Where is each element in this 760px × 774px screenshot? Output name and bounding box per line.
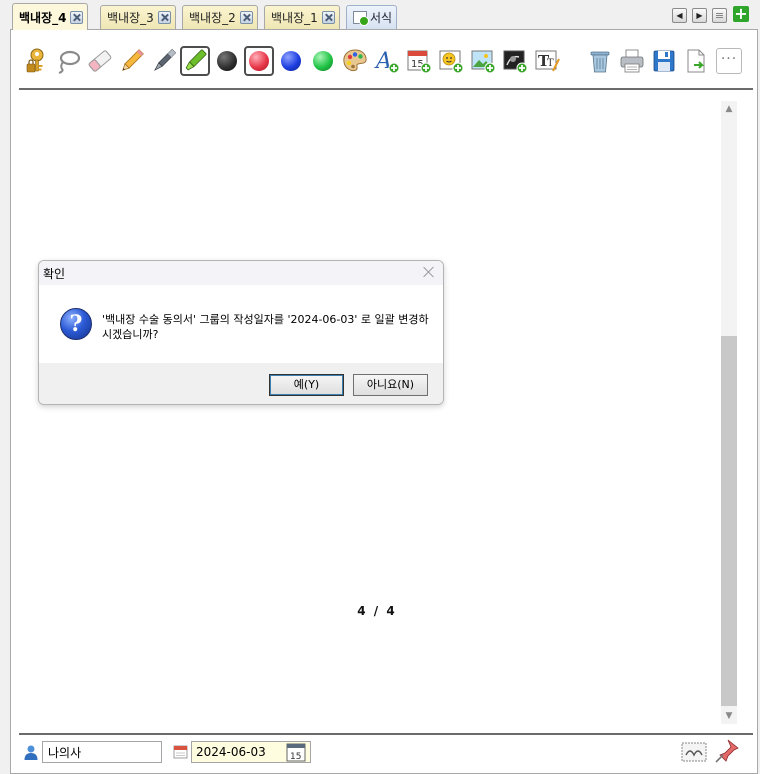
key-lock-icon (26, 48, 44, 73)
dialog-footer: 예(Y) 아니요(N) (39, 363, 443, 404)
calendar-icon (173, 745, 188, 759)
tab-scroll-right-button[interactable]: ▶ (692, 8, 707, 23)
tab-bar: 백내장_4 백내장_3 백내장_2 백내장_1 서식 ◀ ▶ ≡ + (0, 0, 760, 30)
confirm-dialog: 확인 ? '백내장 수술 동의서' 그룹의 작성일자를 '2024-06-03'… (38, 260, 444, 405)
dialog-title: 확인 (43, 267, 66, 281)
lasso-tool[interactable] (53, 46, 83, 76)
no-button[interactable]: 아니요(N) (353, 374, 428, 396)
add-text-icon: A (374, 49, 400, 74)
total-pages: 4 (386, 604, 395, 618)
tab-label: 백내장_4 (19, 10, 67, 25)
add-image-tool[interactable] (468, 46, 498, 76)
add-photo-icon (503, 50, 528, 74)
tab-close-icon[interactable] (239, 11, 253, 24)
close-icon[interactable] (422, 265, 436, 279)
dialog-titlebar: 확인 (39, 261, 443, 285)
tab-cataract-3[interactable]: 백내장_3 (100, 5, 176, 29)
text-style-icon: T T (535, 50, 560, 72)
eraser-tool[interactable] (85, 46, 115, 76)
tab-form[interactable]: 서식 (346, 5, 398, 29)
color-black-icon (217, 51, 237, 71)
tab-cataract-4[interactable]: 백내장_4 (12, 3, 89, 30)
save-tool[interactable] (649, 46, 679, 76)
highlighter-icon (185, 49, 207, 71)
svg-text:15: 15 (290, 752, 301, 762)
pencil-icon (122, 49, 144, 71)
print-tool[interactable] (617, 46, 647, 76)
color-blue-tool[interactable] (276, 46, 306, 76)
save-icon (653, 50, 675, 72)
delete-tool[interactable] (585, 46, 615, 76)
color-green-tool[interactable] (308, 46, 338, 76)
color-blue-icon (281, 51, 301, 71)
highlighter-tool[interactable] (180, 46, 210, 76)
yes-button[interactable]: 예(Y) (269, 374, 344, 396)
more-tools-button[interactable]: ··· (716, 48, 742, 74)
add-photo-tool[interactable] (500, 46, 530, 76)
new-form-icon (353, 11, 369, 26)
add-image-icon (471, 50, 496, 74)
toolbar-divider (19, 88, 753, 90)
add-emoji-icon (439, 50, 464, 74)
color-black-tool[interactable] (212, 46, 242, 76)
color-red-icon (249, 51, 269, 71)
export-tool[interactable] (681, 46, 711, 76)
pen-icon (154, 48, 177, 71)
add-text-tool[interactable]: A (372, 46, 402, 76)
text-style-tool[interactable]: T T (532, 46, 562, 76)
dialog-message: '백내장 수술 동의서' 그룹의 작성일자를 '2024-06-03' 로 일괄… (102, 313, 429, 341)
scroll-down-arrow[interactable]: ▼ (721, 708, 737, 724)
add-emoji-tool[interactable] (436, 46, 466, 76)
pen-tool[interactable] (149, 46, 179, 76)
color-green-icon (313, 51, 333, 71)
export-icon (687, 49, 705, 73)
doctor-name-field[interactable] (42, 741, 162, 763)
tab-cataract-2[interactable]: 백내장_2 (182, 5, 258, 29)
vertical-scrollbar[interactable]: ▲ ▼ (721, 101, 737, 724)
pencil-tool[interactable] (117, 46, 147, 76)
palette-icon (343, 49, 367, 72)
add-tab-button[interactable]: + (733, 6, 749, 22)
pin-icon[interactable] (714, 738, 742, 764)
lasso-icon (58, 50, 81, 74)
tab-list-button[interactable]: ≡ (712, 8, 727, 23)
tab-close-icon[interactable] (157, 11, 171, 24)
tab-close-icon[interactable] (70, 10, 84, 24)
tab-label: 백내장_1 (271, 11, 318, 25)
question-icon: ? (60, 308, 92, 340)
tab-cataract-1[interactable]: 백내장_1 (264, 5, 340, 29)
user-icon (24, 745, 38, 760)
tab-label: 백내장_3 (107, 11, 154, 25)
palette-tool[interactable] (340, 46, 370, 76)
trash-icon (590, 51, 610, 73)
color-red-tool[interactable] (244, 46, 274, 76)
add-date-tool[interactable]: 15 (404, 46, 434, 76)
svg-text:T: T (547, 58, 554, 69)
print-icon (620, 49, 644, 73)
current-page: 4 (357, 604, 366, 618)
document-canvas[interactable]: ▲ ▼ 4 / 4 (11, 92, 757, 732)
eraser-icon (88, 50, 112, 72)
stamp-icon[interactable] (681, 740, 707, 764)
page-indicator: 4 / 4 (357, 604, 395, 618)
tab-close-icon[interactable] (321, 11, 335, 24)
scrollbar-thumb[interactable] (721, 336, 737, 706)
date-picker-icon[interactable]: 15 (286, 743, 306, 762)
key-lock-tool[interactable] (21, 46, 51, 76)
tab-scroll-left-button[interactable]: ◀ (672, 8, 687, 23)
tab-label: 백내장_2 (189, 11, 236, 25)
drawing-toolbar: A 15 T T ··· (11, 30, 757, 90)
statusbar-divider (19, 733, 753, 735)
tab-label: 서식 (370, 11, 393, 25)
scroll-up-arrow[interactable]: ▲ (721, 101, 737, 117)
add-date-icon: 15 (407, 50, 432, 74)
